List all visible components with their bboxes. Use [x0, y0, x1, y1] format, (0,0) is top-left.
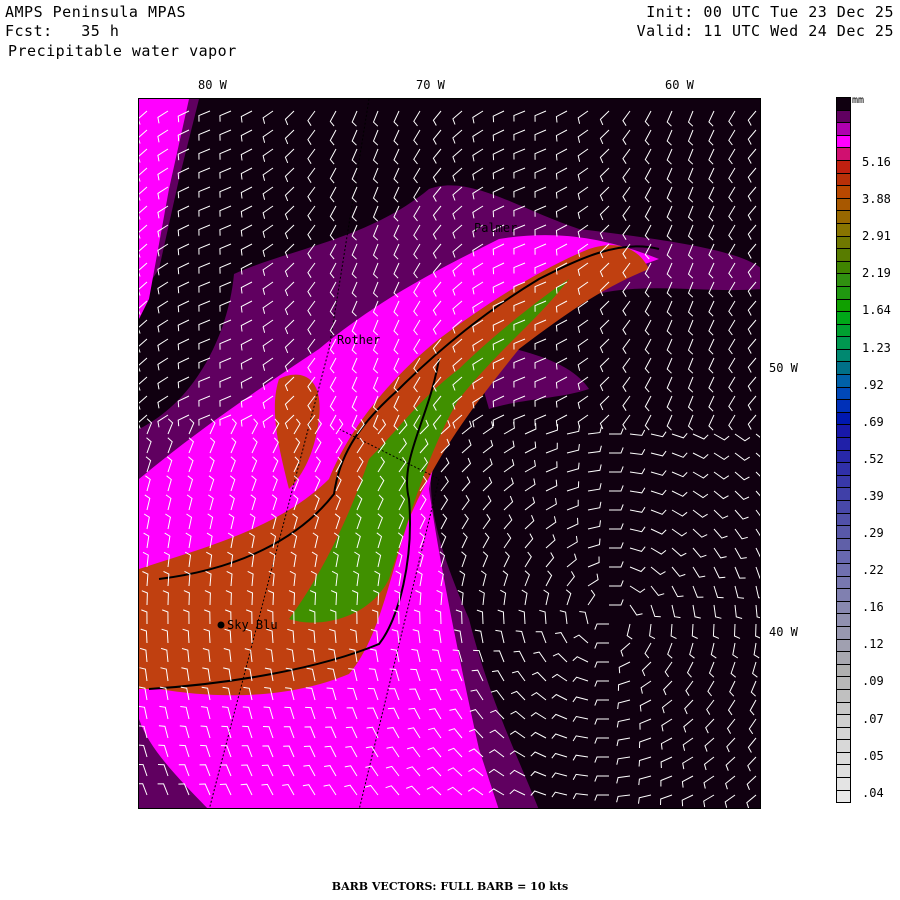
colorbar-swatch [836, 462, 851, 475]
colorbar-label: .29 [862, 526, 884, 540]
colorbar-swatch [836, 386, 851, 400]
colorbar-swatch [836, 500, 851, 513]
colorbar-swatch [836, 134, 851, 148]
colorbar-swatch [836, 739, 851, 752]
colorbar-swatch [836, 726, 851, 740]
lon-label-80w: 80 W [198, 78, 227, 92]
colorbar-swatch [836, 399, 851, 412]
colorbar-swatch [836, 172, 851, 186]
colorbar-swatch [836, 311, 851, 324]
map-canvas [139, 99, 760, 808]
colorbar-label: .69 [862, 414, 884, 429]
colorbar-swatch [836, 688, 851, 702]
colorbar-swatch [836, 550, 851, 563]
colorbar-swatch [836, 663, 851, 677]
colorbar-swatch [836, 487, 851, 500]
colorbar-label: 5.16 [862, 155, 891, 169]
colorbar-swatch [836, 449, 851, 463]
colorbar-label: .05 [862, 748, 884, 763]
colorbar-label: 2.19 [862, 266, 891, 281]
colorbar-swatch [836, 273, 851, 286]
colorbar-swatch [836, 575, 851, 589]
colorbar-label: 1.23 [862, 340, 891, 355]
colorbar [836, 97, 851, 804]
colorbar-swatch [836, 361, 851, 375]
colorbar-swatch [836, 424, 851, 438]
colorbar-unit: mm [852, 95, 865, 106]
colorbar-swatch [836, 159, 851, 173]
colorbar-swatch [836, 122, 851, 135]
colorbar-label: 3.88 [862, 192, 891, 207]
colorbar-label: 1.64 [862, 303, 891, 318]
colorbar-swatch [836, 235, 851, 249]
lon-label-60w: 60 W [665, 78, 694, 92]
forecast-hour: Fcst: 35 h [5, 22, 120, 40]
colorbar-swatch [836, 512, 851, 526]
colorbar-swatch [836, 185, 851, 198]
colorbar-swatch [836, 437, 851, 450]
colorbar-swatch [836, 651, 851, 664]
model-title: AMPS Peninsula MPAS [5, 3, 187, 21]
colorbar-swatch [836, 600, 851, 614]
colorbar-swatch [836, 210, 851, 223]
colorbar-swatch [836, 222, 851, 236]
colorbar-swatch [836, 676, 851, 689]
colorbar-swatch [836, 197, 851, 211]
pwv-map: Palmer Rother Sky Blu [138, 98, 761, 809]
colorbar-label: .07 [862, 711, 884, 726]
colorbar-swatch [836, 248, 851, 261]
colorbar-label: 2.91 [862, 229, 891, 244]
colorbar-label: .09 [862, 674, 884, 689]
colorbar-swatch [836, 562, 851, 576]
colorbar-swatch [836, 374, 851, 387]
lon-label-50w: 50 W [769, 361, 798, 375]
colorbar-label: .52 [862, 451, 884, 466]
colorbar-swatch [836, 525, 851, 538]
station-palmer: Palmer [474, 221, 518, 235]
station-sky-blu: Sky Blu [227, 618, 278, 632]
colorbar-swatch [836, 625, 851, 639]
colorbar-label: .22 [862, 563, 884, 578]
colorbar-swatch [836, 298, 851, 312]
colorbar-swatch [836, 751, 851, 765]
colorbar-label: .04 [862, 785, 884, 800]
colorbar-label: .12 [862, 637, 884, 652]
colorbar-label: .92 [862, 377, 884, 392]
colorbar-swatch [836, 777, 851, 790]
colorbar-swatch [836, 701, 851, 715]
barb-legend: BARB VECTORS: FULL BARB = 10 kts [331, 880, 569, 893]
colorbar-swatch [836, 474, 851, 488]
lon-label-40w: 40 W [769, 625, 798, 639]
colorbar-swatch [836, 613, 851, 626]
colorbar-swatch [836, 638, 851, 652]
colorbar-swatch [836, 348, 851, 362]
sky-blu-marker [217, 621, 225, 629]
colorbar-swatch [836, 323, 851, 337]
colorbar-swatch [836, 714, 851, 727]
colorbar-swatch [836, 764, 851, 778]
valid-time: Valid: 11 UTC Wed 24 Dec 25 [636, 22, 894, 40]
colorbar-swatch [836, 147, 851, 160]
init-time: Init: 00 UTC Tue 23 Dec 25 [646, 3, 894, 21]
lon-label-70w: 70 W [416, 78, 445, 92]
colorbar-label: .39 [862, 488, 884, 503]
colorbar-swatch [836, 260, 851, 274]
colorbar-swatch [836, 588, 851, 601]
colorbar-label: .16 [862, 600, 884, 615]
colorbar-swatch [836, 336, 851, 349]
colorbar-swatch [836, 97, 851, 110]
colorbar-swatch [836, 789, 851, 804]
colorbar-swatch [836, 537, 851, 551]
colorbar-swatch [836, 109, 851, 123]
colorbar-swatch [836, 411, 851, 425]
colorbar-swatch [836, 285, 851, 299]
field-title: Precipitable water vapor [8, 42, 237, 60]
station-rothera: Rother [337, 333, 381, 347]
